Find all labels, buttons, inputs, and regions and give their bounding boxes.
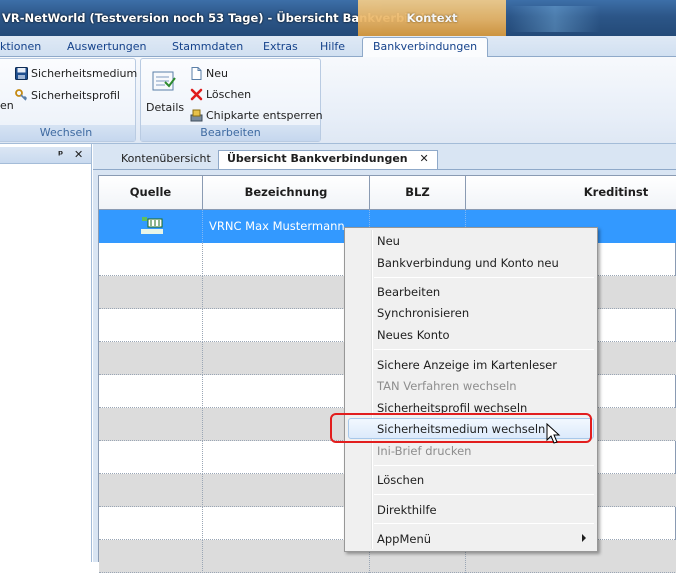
- tab-kontenuebersicht[interactable]: Kontenübersicht: [109, 151, 217, 169]
- menu-item-bearbeiten[interactable]: Bearbeiten: [377, 282, 440, 302]
- details-icon: [152, 71, 176, 91]
- details-button[interactable]: Details: [145, 65, 185, 119]
- submenu-arrow-icon: [582, 534, 586, 542]
- tab-auswertungen[interactable]: Auswertungen: [67, 39, 147, 56]
- navigation-panel-header: ᵖ ✕: [0, 147, 91, 164]
- column-header-kreditinstitut[interactable]: Kreditinst: [466, 176, 676, 209]
- menu-item-direkthilfe[interactable]: Direkthilfe: [377, 500, 437, 520]
- tab-divider: [93, 169, 676, 170]
- floppy-icon: [15, 67, 28, 80]
- delete-icon: [190, 88, 203, 101]
- tab-bankverbindungen[interactable]: Bankverbindungen: [362, 37, 489, 58]
- menu-item-tan-verfahren-wechseln: TAN Verfahren wechseln: [377, 379, 517, 393]
- menu-item-ini-brief-drucken: Ini-Brief drucken: [377, 444, 472, 458]
- tab-uebersicht-bankverbindungen-label: Übersicht Bankverbindungen: [227, 152, 408, 165]
- navigation-panel: ᵖ ✕: [0, 144, 92, 562]
- group-label-wechseln: Wechseln: [0, 125, 135, 141]
- group-wechseln: en Sicherheitsmedium Sicherheitsprofil W…: [0, 58, 138, 142]
- cut-ribbon-label: en: [0, 99, 14, 112]
- menu-separator: [374, 494, 594, 495]
- column-header-bezeichnung[interactable]: Bezeichnung: [203, 176, 370, 209]
- menu-separator: [374, 523, 594, 524]
- tab-hilfe[interactable]: Hilfe: [320, 39, 345, 56]
- new-document-icon: [191, 67, 202, 80]
- menu-item-loeschen[interactable]: Löschen: [377, 470, 424, 490]
- title-bar-glow: [510, 6, 600, 32]
- menu-item-bankverbindung-konto-neu[interactable]: Bankverbindung und Konto neu: [377, 253, 559, 273]
- sicherheitsprofil-label: Sicherheitsprofil: [31, 89, 120, 102]
- context-label: Kontext: [406, 11, 458, 25]
- tab-stammdaten[interactable]: Stammdaten: [172, 39, 243, 56]
- row-bezeichnung-text: VRNC Max Mustermann: [209, 219, 345, 233]
- neu-label: Neu: [206, 67, 228, 80]
- tab-uebersicht-bankverbindungen[interactable]: Übersicht Bankverbindungen ✕: [218, 150, 438, 170]
- menu-item-synchronisieren[interactable]: Synchronisieren: [377, 303, 469, 323]
- title-bar: VR-NetWorld (Testversion noch 53 Tage) -…: [0, 0, 676, 36]
- column-header-quelle[interactable]: Quelle: [99, 176, 203, 209]
- column-header-blz[interactable]: BLZ: [370, 176, 466, 209]
- menu-separator: [374, 277, 594, 278]
- chipkarte-icon: [141, 217, 163, 234]
- context-menu: Neu Bankverbindung und Konto neu Bearbei…: [344, 227, 598, 552]
- context-tab-header: Kontext: [358, 0, 506, 36]
- menu-separator: [374, 349, 594, 350]
- menu-separator: [374, 465, 594, 466]
- menu-item-appmenue[interactable]: AppMenü: [377, 529, 431, 549]
- tab-extras[interactable]: Extras: [263, 39, 298, 56]
- card-reader-icon: [190, 109, 203, 122]
- sicherheitsmedium-label: Sicherheitsmedium: [31, 67, 138, 80]
- key-icon: [15, 89, 28, 101]
- loeschen-label: Löschen: [206, 88, 252, 101]
- details-label: Details: [146, 101, 185, 114]
- grid-header: Quelle Bezeichnung BLZ Kreditinst: [99, 176, 676, 210]
- tab-aktionen[interactable]: ktionen: [0, 39, 41, 56]
- menu-item-neu[interactable]: Neu: [377, 231, 400, 251]
- cell-quelle: [99, 210, 203, 243]
- close-icon[interactable]: ✕: [74, 148, 83, 161]
- pin-icon[interactable]: ᵖ: [58, 148, 63, 161]
- ribbon-tab-row: ktionen Auswertungen Stammdaten Extras H…: [0, 36, 676, 58]
- chipkarte-entsperren-label: Chipkarte entsperren: [206, 109, 323, 122]
- ribbon: en Sicherheitsmedium Sicherheitsprofil W…: [0, 57, 676, 144]
- menu-item-neues-konto[interactable]: Neues Konto: [377, 325, 450, 345]
- group-bearbeiten: Details Neu Löschen Chipkarte entsperren…: [140, 58, 323, 142]
- menu-item-sichere-anzeige[interactable]: Sichere Anzeige im Kartenleser: [377, 355, 557, 375]
- close-tab-icon[interactable]: ✕: [419, 152, 428, 165]
- group-label-bearbeiten: Bearbeiten: [141, 125, 320, 141]
- mouse-cursor-icon: [546, 423, 561, 444]
